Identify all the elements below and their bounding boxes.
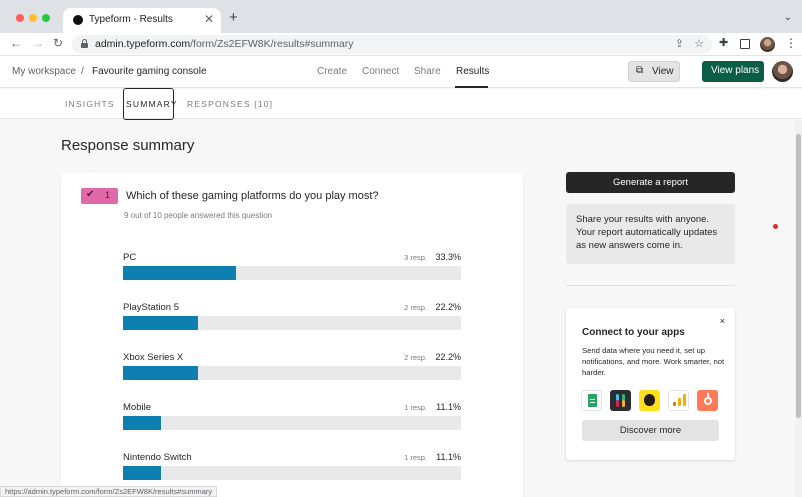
new-tab-icon[interactable]: + xyxy=(229,10,238,25)
option-bar-track xyxy=(123,316,461,330)
side-panel-icon[interactable] xyxy=(740,39,750,49)
nav-create[interactable]: Create xyxy=(317,66,347,77)
view-plans-button[interactable]: View plans xyxy=(702,61,764,82)
browser-profile-avatar[interactable] xyxy=(760,37,775,52)
nav-results[interactable]: Results xyxy=(456,66,489,77)
option-bar-fill xyxy=(123,266,236,280)
window-close-button[interactable] xyxy=(16,14,24,22)
browser-menu-kebab-icon[interactable]: ⋮ xyxy=(785,37,797,49)
active-nav-underline xyxy=(455,86,488,88)
subtab-insights[interactable]: INSIGHTS xyxy=(65,99,115,109)
option-bar-fill xyxy=(123,316,199,330)
slack-icon[interactable] xyxy=(610,390,631,411)
main-content: Response summary ✔ 1 Which of these gami… xyxy=(0,120,794,497)
extensions-puzzle-icon[interactable]: ✚ xyxy=(719,37,728,49)
subtab-responses[interactable]: RESPONSES [10] xyxy=(187,99,273,109)
browser-toolbar: ← → ↻ admin.typeform.com/form/Zs2EFW8K/r… xyxy=(0,33,802,56)
back-arrow-icon[interactable]: ← xyxy=(10,36,22,50)
connect-description: Send data where you need it, set up noti… xyxy=(582,346,725,377)
option-responses: 3 resp. xyxy=(404,253,427,262)
tab-title: Typeform - Results xyxy=(89,14,173,25)
url-text: admin.typeform.com/form/Zs2EFW8K/results… xyxy=(95,38,354,50)
option-bar-fill xyxy=(123,466,161,480)
report-info-box: Share your results with anyone. Your rep… xyxy=(566,204,735,264)
option-label: Nintendo Switch xyxy=(123,452,192,463)
option-bar-fill xyxy=(123,366,199,380)
breadcrumb-workspace[interactable]: My workspace xyxy=(12,66,76,77)
external-link-icon: ⧉ xyxy=(636,65,644,76)
question-type-badge: ✔ 1 xyxy=(81,188,118,204)
option-bar-track xyxy=(123,266,461,280)
google-analytics-icon[interactable] xyxy=(668,390,689,411)
hubspot-icon[interactable] xyxy=(697,390,718,411)
answer-option: Xbox Series X 2 resp. 22.2% xyxy=(123,352,461,392)
breadcrumb-separator: / xyxy=(81,66,84,77)
option-percent: 22.2% xyxy=(435,302,461,312)
option-percent: 33.3% xyxy=(435,252,461,262)
close-icon[interactable]: × xyxy=(720,316,725,326)
breadcrumb-form-name[interactable]: Favourite gaming console xyxy=(92,66,207,77)
bookmark-star-icon[interactable]: ☆ xyxy=(694,37,704,50)
option-responses: 2 resp. xyxy=(404,353,427,362)
option-percent: 11.1% xyxy=(436,402,461,412)
reload-icon[interactable]: ↻ xyxy=(53,36,63,50)
answer-option: PC 3 resp. 33.3% xyxy=(123,252,461,292)
option-responses: 2 resp. xyxy=(404,303,427,312)
option-percent: 22.2% xyxy=(435,352,461,362)
page-scrollbar[interactable] xyxy=(795,120,802,497)
option-label: Mobile xyxy=(123,402,151,413)
typeform-favicon-icon xyxy=(73,15,83,25)
results-subtabs: INSIGHTS SUMMARY RESPONSES [10] xyxy=(0,88,802,120)
google-sheets-icon[interactable] xyxy=(581,390,602,411)
question-card: ✔ 1 Which of these gaming platforms do y… xyxy=(61,173,523,497)
sidebar-divider xyxy=(566,285,735,286)
status-bar-url: https://admin.typeform.com/form/Zs2EFW8K… xyxy=(0,486,218,497)
browser-tab-bar: Typeform - Results ✕ + ⌄ xyxy=(0,0,802,33)
view-form-button[interactable]: ⧉ View xyxy=(628,61,680,82)
tab-list-chevron-icon[interactable]: ⌄ xyxy=(784,12,792,23)
question-title: Which of these gaming platforms do you p… xyxy=(126,190,379,202)
answer-option: PlayStation 5 2 resp. 22.2% xyxy=(123,302,461,342)
user-avatar[interactable] xyxy=(772,61,793,82)
forward-arrow-icon[interactable]: → xyxy=(32,36,44,50)
lock-icon xyxy=(81,39,88,48)
page-title: Response summary xyxy=(61,137,195,154)
connect-title: Connect to your apps xyxy=(582,327,685,338)
option-bar-track xyxy=(123,366,461,380)
scrollbar-thumb[interactable] xyxy=(796,134,801,418)
notification-dot xyxy=(773,224,778,229)
option-bar-fill xyxy=(123,416,161,430)
checkmark-icon: ✔ xyxy=(86,189,95,200)
nav-connect[interactable]: Connect xyxy=(362,66,399,77)
window-zoom-button[interactable] xyxy=(42,14,50,22)
answered-count: 9 out of 10 people answered this questio… xyxy=(124,211,273,220)
answer-option: Mobile 1 resp. 11.1% xyxy=(123,402,461,442)
discover-more-button[interactable]: Discover more xyxy=(582,420,719,441)
option-label: PlayStation 5 xyxy=(123,302,179,313)
connect-apps-card: × Connect to your apps Send data where y… xyxy=(566,308,735,460)
generate-report-button[interactable]: Generate a report xyxy=(566,172,735,193)
nav-share[interactable]: Share xyxy=(414,66,441,77)
mailchimp-icon[interactable] xyxy=(639,390,660,411)
option-label: Xbox Series X xyxy=(123,352,184,363)
app-header: My workspace / Favourite gaming console … xyxy=(0,56,802,88)
option-label: PC xyxy=(123,252,137,263)
option-percent: 11.1% xyxy=(436,452,461,462)
window-minimize-button[interactable] xyxy=(29,14,37,22)
option-responses: 1 resp. xyxy=(404,453,427,462)
option-responses: 1 resp. xyxy=(404,403,427,412)
subtab-summary[interactable]: SUMMARY xyxy=(123,88,177,120)
tab-close-icon[interactable]: ✕ xyxy=(204,12,214,26)
option-bar-track xyxy=(123,416,461,430)
browser-tab[interactable]: Typeform - Results ✕ xyxy=(63,8,221,33)
share-page-icon[interactable]: ⇪ xyxy=(675,37,684,50)
address-bar[interactable]: admin.typeform.com/form/Zs2EFW8K/results… xyxy=(72,35,712,54)
option-bar-track xyxy=(123,466,461,480)
